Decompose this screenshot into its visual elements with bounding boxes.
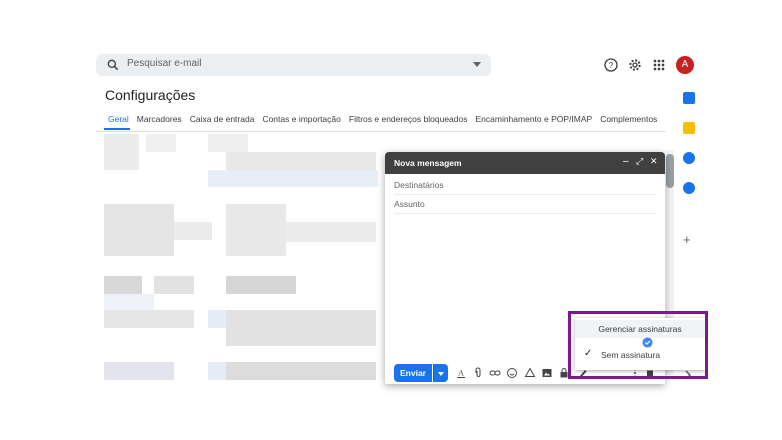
subject-field[interactable]: Assunto xyxy=(394,199,425,209)
avatar[interactable]: A xyxy=(676,56,694,74)
keep-icon[interactable] xyxy=(683,122,695,134)
page-title: Configurações xyxy=(105,87,196,103)
active-tab-indicator xyxy=(104,128,130,130)
tabs-divider xyxy=(96,131,666,132)
compose-title: Nova mensagem xyxy=(394,158,462,168)
formatting-icon[interactable]: A xyxy=(455,367,467,379)
scrollbar-thumb[interactable] xyxy=(666,154,674,188)
apps-grid-icon[interactable] xyxy=(651,57,667,73)
blurred-settings-content xyxy=(96,134,386,384)
highlight-annotation xyxy=(568,311,708,379)
tab-filtros[interactable]: Filtros e endereços bloqueados xyxy=(345,114,472,124)
tab-complementos[interactable]: Complementos xyxy=(596,114,661,124)
close-icon[interactable]: ✕ xyxy=(650,156,658,167)
add-addon-icon[interactable]: + xyxy=(683,232,691,247)
svg-text:?: ? xyxy=(609,61,614,70)
emoji-icon[interactable] xyxy=(506,367,518,379)
search-bar[interactable]: Pesquisar e-mail xyxy=(96,54,491,76)
compose-header: Nova mensagem – ⤢ ✕ xyxy=(385,152,665,174)
attach-icon[interactable] xyxy=(472,367,484,379)
settings-tabs: Geral Marcadores Caixa de entrada Contas… xyxy=(104,114,661,124)
drive-icon[interactable] xyxy=(524,367,536,379)
recipients-field[interactable]: Destinatários xyxy=(394,180,444,190)
photo-icon[interactable] xyxy=(541,367,553,379)
contacts-icon[interactable] xyxy=(683,182,695,194)
help-icon[interactable]: ? xyxy=(603,57,619,73)
search-options-icon[interactable] xyxy=(473,62,481,67)
recipients-divider xyxy=(394,194,656,195)
svg-text:A: A xyxy=(458,369,464,378)
send-options-button[interactable] xyxy=(433,364,448,382)
tasks-icon[interactable] xyxy=(683,152,695,164)
tab-geral[interactable]: Geral xyxy=(104,114,133,124)
tab-caixa-de-entrada[interactable]: Caixa de entrada xyxy=(186,114,259,124)
link-icon[interactable] xyxy=(489,367,501,379)
gear-icon[interactable] xyxy=(627,57,643,73)
send-button[interactable]: Enviar xyxy=(394,364,432,382)
fullscreen-icon[interactable]: ⤢ xyxy=(636,156,643,167)
tab-marcadores[interactable]: Marcadores xyxy=(133,114,186,124)
search-input[interactable]: Pesquisar e-mail xyxy=(127,58,201,69)
tab-encaminhamento[interactable]: Encaminhamento e POP/IMAP xyxy=(471,114,596,124)
tab-contas-importacao[interactable]: Contas e importação xyxy=(258,114,344,124)
search-icon[interactable] xyxy=(106,58,120,72)
minimize-icon[interactable]: – xyxy=(623,156,629,167)
calendar-icon[interactable] xyxy=(683,92,695,104)
subject-divider xyxy=(394,213,656,214)
